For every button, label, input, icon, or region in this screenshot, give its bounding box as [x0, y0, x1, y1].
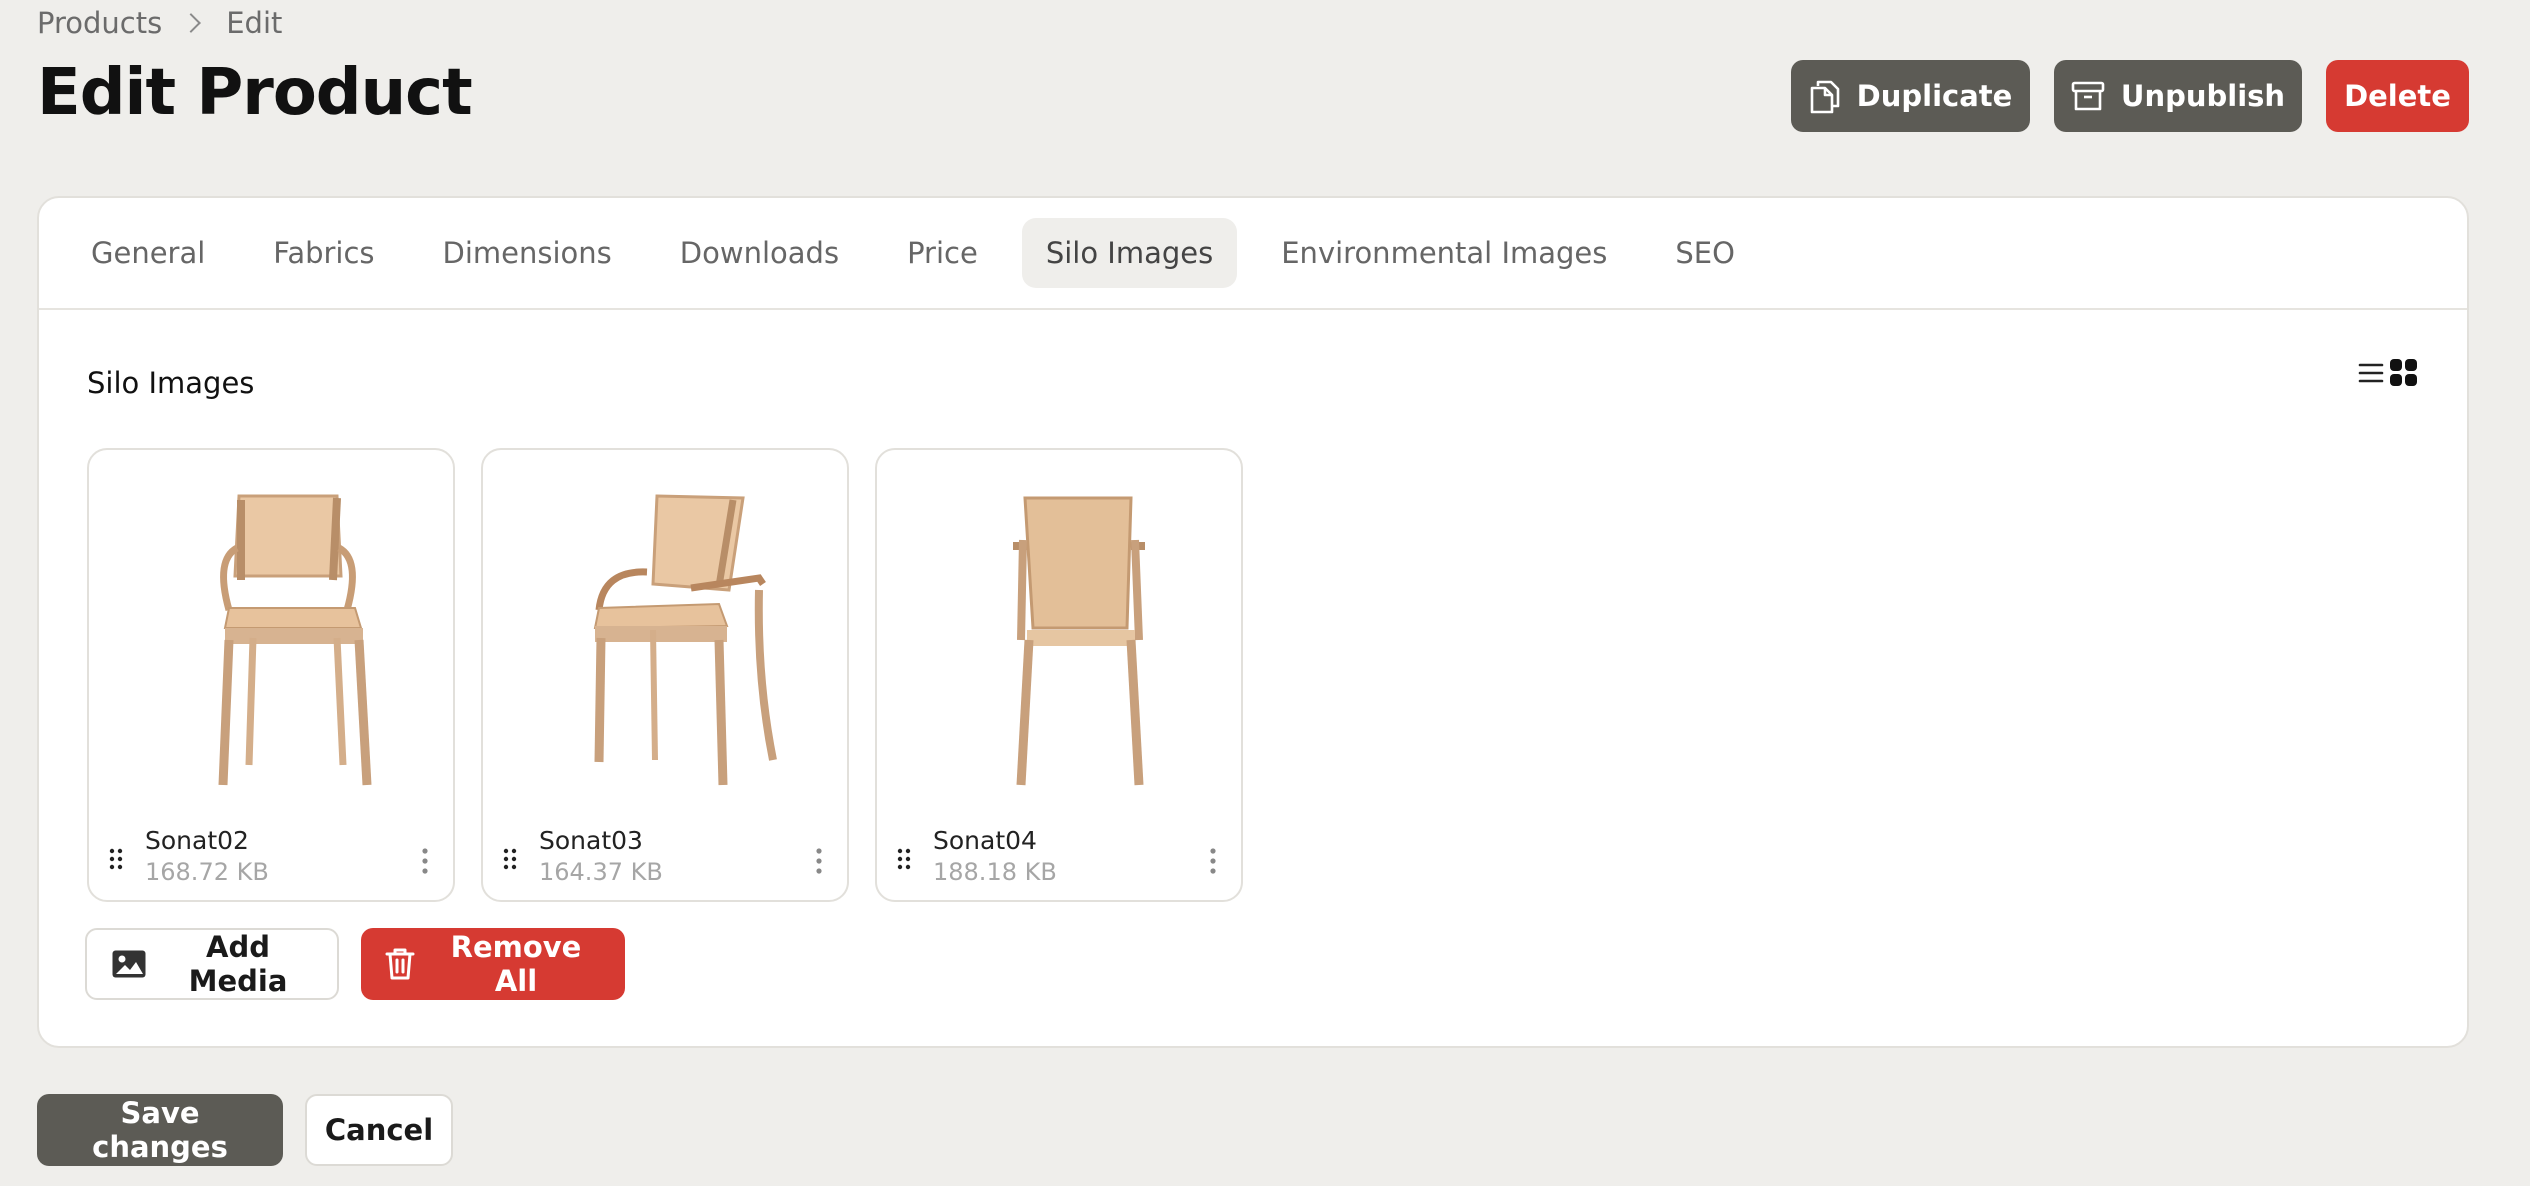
image-tile[interactable]: Sonat02 168.72 KB — [87, 448, 455, 902]
tab-silo-images[interactable]: Silo Images — [1021, 218, 1238, 288]
more-options-icon[interactable] — [1209, 848, 1217, 874]
tab-dimensions[interactable]: Dimensions — [419, 218, 636, 288]
image-file-name: Sonat03 — [539, 826, 643, 855]
image-file-size: 188.18 KB — [933, 858, 1057, 886]
silo-image-grid: Sonat02 168.72 KB Sonat03 164.37 KB Sona… — [87, 448, 1243, 902]
chevron-right-icon — [181, 13, 202, 33]
duplicate-icon — [1810, 80, 1839, 114]
image-icon — [112, 950, 146, 978]
delete-button[interactable]: Delete — [2326, 60, 2469, 132]
image-file-name: Sonat02 — [145, 826, 249, 855]
remove-all-label: Remove All — [450, 930, 582, 998]
drag-handle-icon[interactable] — [109, 848, 123, 870]
more-options-icon[interactable] — [815, 848, 823, 874]
image-file-name: Sonat04 — [933, 826, 1037, 855]
product-edit-card: General Fabrics Dimensions Downloads Pri… — [37, 196, 2469, 1048]
add-media-label: Add Media — [188, 930, 288, 998]
save-changes-label: Save changes — [92, 1096, 228, 1164]
image-file-size: 168.72 KB — [145, 858, 269, 886]
view-toggle — [2357, 358, 2419, 388]
tab-bar: General Fabrics Dimensions Downloads Pri… — [39, 198, 2467, 310]
section-title: Silo Images — [87, 366, 255, 400]
add-media-button[interactable]: Add Media — [85, 928, 339, 1000]
page-title: Edit Product — [37, 56, 473, 130]
image-tile[interactable]: Sonat03 164.37 KB — [481, 448, 849, 902]
breadcrumb-current: Edit — [226, 6, 283, 40]
media-actions: Add Media Remove All — [85, 928, 625, 1000]
tab-environmental-images[interactable]: Environmental Images — [1257, 218, 1631, 288]
delete-label: Delete — [2344, 79, 2451, 113]
drag-handle-icon[interactable] — [897, 848, 911, 870]
image-file-size: 164.37 KB — [539, 858, 663, 886]
more-options-icon[interactable] — [421, 848, 429, 874]
tab-price[interactable]: Price — [883, 218, 1002, 288]
header-actions: Duplicate Unpublish Delete — [1791, 60, 2469, 132]
chair-thumbnail-image — [218, 494, 372, 786]
tab-downloads[interactable]: Downloads — [656, 218, 863, 288]
duplicate-button[interactable]: Duplicate — [1791, 60, 2030, 132]
cancel-label: Cancel — [324, 1113, 434, 1147]
breadcrumb: Products Edit — [37, 6, 282, 40]
unpublish-button[interactable]: Unpublish — [2054, 60, 2302, 132]
chair-thumbnail-image — [593, 494, 777, 786]
form-footer: Save changes Cancel — [37, 1094, 453, 1166]
trash-icon — [385, 948, 415, 980]
save-changes-button[interactable]: Save changes — [37, 1094, 283, 1166]
tab-general[interactable]: General — [67, 218, 229, 288]
chair-thumbnail-image — [1013, 496, 1145, 786]
duplicate-label: Duplicate — [1856, 79, 2013, 113]
remove-all-button[interactable]: Remove All — [361, 928, 625, 1000]
tab-fabrics[interactable]: Fabrics — [249, 218, 398, 288]
image-tile[interactable]: Sonat04 188.18 KB — [875, 448, 1243, 902]
breadcrumb-products-link[interactable]: Products — [37, 6, 162, 40]
grid-view-icon[interactable] — [2389, 358, 2419, 388]
tab-seo[interactable]: SEO — [1651, 218, 1759, 288]
cancel-button[interactable]: Cancel — [305, 1094, 453, 1166]
unpublish-label: Unpublish — [2120, 79, 2286, 113]
list-view-icon[interactable] — [2357, 360, 2385, 386]
archive-icon — [2071, 81, 2105, 111]
drag-handle-icon[interactable] — [503, 848, 517, 870]
